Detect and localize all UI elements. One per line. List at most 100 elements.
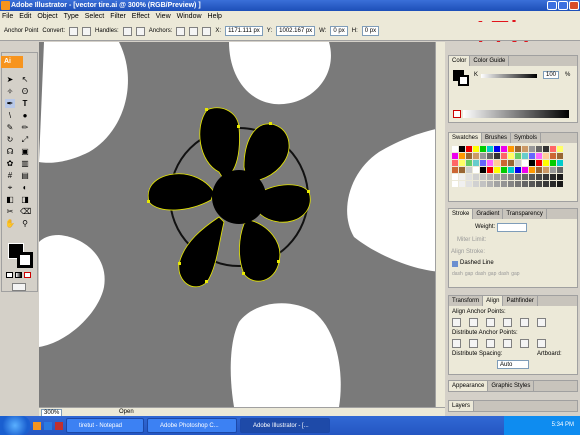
rotate-tool-icon[interactable]: ↻	[5, 135, 15, 144]
handles-show-button[interactable]	[122, 26, 132, 36]
color-swatch[interactable]	[459, 174, 465, 180]
color-swatch[interactable]	[529, 174, 535, 180]
color-swatch[interactable]	[452, 153, 458, 159]
w-field[interactable]: 0 px	[330, 26, 348, 36]
close-button[interactable]	[569, 1, 579, 10]
tab-brushes[interactable]: Brushes	[482, 133, 512, 143]
tab-color-guide[interactable]: Color Guide	[470, 56, 510, 66]
color-swatch[interactable]	[515, 146, 521, 152]
color-swatch[interactable]	[543, 160, 549, 166]
align-top-button[interactable]	[503, 318, 512, 327]
align-right-button[interactable]	[486, 318, 495, 327]
type-tool-icon[interactable]: T	[20, 99, 30, 108]
color-swatch[interactable]	[550, 174, 556, 180]
menu-window[interactable]: Window	[177, 13, 202, 20]
color-swatch[interactable]	[487, 160, 493, 166]
distribute-vcenter-button[interactable]	[469, 339, 478, 348]
color-swatch[interactable]	[473, 174, 479, 180]
color-swatch[interactable]	[550, 153, 556, 159]
color-swatch[interactable]	[536, 153, 542, 159]
color-swatch[interactable]	[459, 160, 465, 166]
color-swatch[interactable]	[459, 167, 465, 173]
convert-smooth-button[interactable]	[82, 26, 92, 36]
color-swatch[interactable]	[494, 153, 500, 159]
anchor-point[interactable]	[277, 260, 280, 263]
distribute-bottom-button[interactable]	[486, 339, 495, 348]
color-swatch[interactable]	[494, 167, 500, 173]
menu-type[interactable]: Type	[64, 13, 79, 20]
slice-tool-icon[interactable]: ✂	[5, 207, 15, 216]
color-swatch[interactable]	[550, 146, 556, 152]
color-swatch[interactable]	[473, 160, 479, 166]
paintbrush-icon[interactable]: ✎	[5, 123, 15, 132]
color-swatch[interactable]	[473, 181, 479, 187]
menu-file[interactable]: File	[2, 13, 13, 20]
color-stroke-swatch[interactable]	[458, 75, 469, 86]
direct-selection-tool-icon[interactable]: ↖	[20, 75, 30, 84]
selection-tool-icon[interactable]: ➤	[5, 75, 15, 84]
tab-layers[interactable]: Layers	[449, 401, 475, 411]
color-swatch[interactable]	[494, 146, 500, 152]
color-swatch[interactable]	[452, 146, 458, 152]
maximize-button[interactable]	[558, 1, 568, 10]
color-swatch[interactable]	[508, 160, 514, 166]
color-swatch[interactable]	[557, 174, 563, 180]
tab-gradient[interactable]: Gradient	[473, 209, 504, 219]
menu-help[interactable]: Help	[208, 13, 222, 20]
color-swatch[interactable]	[466, 181, 472, 187]
color-swatch[interactable]	[501, 160, 507, 166]
anchor-point[interactable]	[307, 190, 310, 193]
color-swatch[interactable]	[466, 153, 472, 159]
color-swatch[interactable]	[508, 153, 514, 159]
color-swatch[interactable]	[452, 167, 458, 173]
color-swatch[interactable]	[494, 174, 500, 180]
color-swatch[interactable]	[480, 160, 486, 166]
pen-tool-icon[interactable]: ✒	[5, 99, 15, 108]
anchor-point[interactable]	[178, 262, 181, 265]
hand-tool-icon[interactable]: ✋	[5, 219, 15, 228]
color-swatch[interactable]	[557, 181, 563, 187]
color-swatch[interactable]	[522, 160, 528, 166]
color-swatch[interactable]	[487, 181, 493, 187]
color-swatch[interactable]	[501, 174, 507, 180]
color-swatch[interactable]	[452, 181, 458, 187]
tab-graphic-styles[interactable]: Graphic Styles	[488, 381, 535, 391]
color-swatch[interactable]	[557, 167, 563, 173]
color-swatch[interactable]	[473, 167, 479, 173]
color-swatch[interactable]	[536, 167, 542, 173]
y-field[interactable]: 1002.167 px	[276, 26, 316, 36]
tab-color[interactable]: Color	[449, 56, 471, 66]
tab-appearance[interactable]: Appearance	[449, 381, 489, 391]
color-swatch[interactable]	[529, 167, 535, 173]
color-swatch[interactable]	[459, 181, 465, 187]
task-illustrator[interactable]: Adobe Illustrator - [...	[240, 418, 330, 433]
quicklaunch-icon[interactable]	[44, 421, 52, 430]
anchor-connect-button[interactable]	[202, 26, 212, 36]
color-swatch[interactable]	[522, 174, 528, 180]
swatch-grid[interactable]	[452, 146, 570, 196]
menu-effect[interactable]: Effect	[132, 13, 150, 20]
quicklaunch-icon[interactable]	[33, 421, 41, 430]
color-swatch[interactable]	[459, 146, 465, 152]
align-bottom-button[interactable]	[537, 318, 546, 327]
color-swatch[interactable]	[550, 181, 556, 187]
anchor-point[interactable]	[237, 125, 240, 128]
align-vcenter-button[interactable]	[520, 318, 529, 327]
color-swatch[interactable]	[529, 153, 535, 159]
color-swatch[interactable]	[494, 181, 500, 187]
anchor-cut-button[interactable]	[189, 26, 199, 36]
color-swatch[interactable]	[508, 181, 514, 187]
dash-gap-fields[interactable]: dash gap dash gap dash gap	[452, 271, 576, 277]
k-value[interactable]: 100	[543, 71, 560, 79]
color-swatch[interactable]	[515, 174, 521, 180]
color-swatch[interactable]	[515, 153, 521, 159]
color-swatch[interactable]	[480, 174, 486, 180]
start-button[interactable]	[0, 416, 30, 435]
convert-corner-button[interactable]	[69, 26, 79, 36]
artboard-canvas[interactable]	[39, 42, 445, 407]
distribute-left-button[interactable]	[503, 339, 512, 348]
distribute-hcenter-button[interactable]	[520, 339, 529, 348]
color-swatch[interactable]	[543, 174, 549, 180]
line-tool-icon[interactable]: \	[5, 111, 15, 120]
anchor-point[interactable]	[242, 272, 245, 275]
